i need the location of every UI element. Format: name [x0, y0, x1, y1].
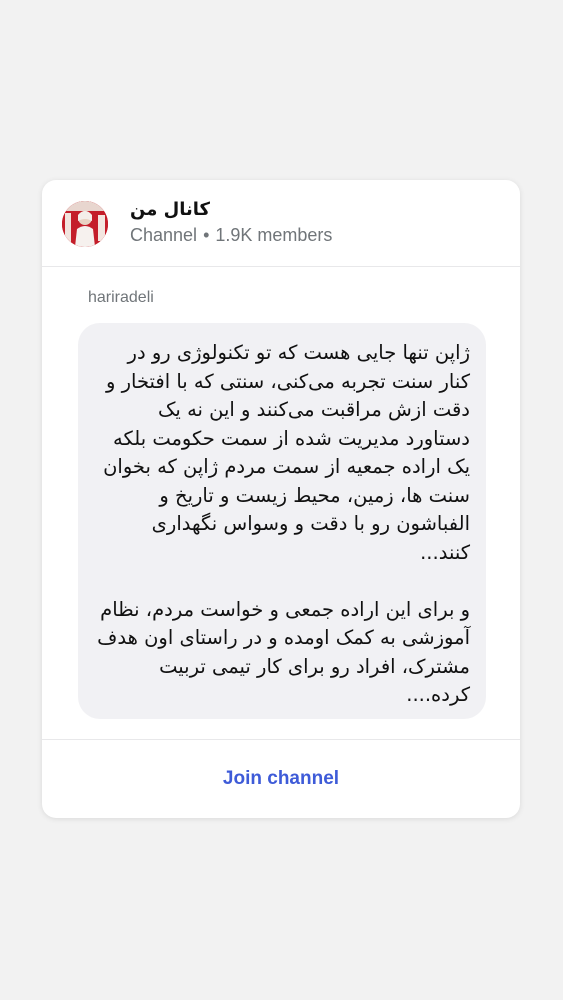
message-sender: hariradeli	[88, 289, 154, 306]
channel-preview-card: کانال من Channel • 1.9K members hariradeli…	[42, 180, 520, 818]
channel-type-label: Channel	[130, 225, 198, 245]
meta-separator: •	[203, 225, 210, 245]
member-count: 1.9K members	[215, 225, 333, 245]
card-footer: Join channel	[42, 739, 520, 818]
message-bubble: ژاپن تنها جایی هست که تو تکنولوژی رو در …	[78, 323, 486, 719]
channel-meta: Channel • 1.9K members	[130, 225, 332, 246]
channel-header[interactable]: کانال من Channel • 1.9K members	[42, 180, 520, 267]
channel-avatar-icon[interactable]	[62, 201, 108, 247]
join-channel-button[interactable]: Join channel	[42, 768, 520, 790]
channel-name: کانال من	[130, 199, 210, 220]
message-text: ژاپن تنها جایی هست که تو تکنولوژی رو در …	[97, 341, 470, 706]
